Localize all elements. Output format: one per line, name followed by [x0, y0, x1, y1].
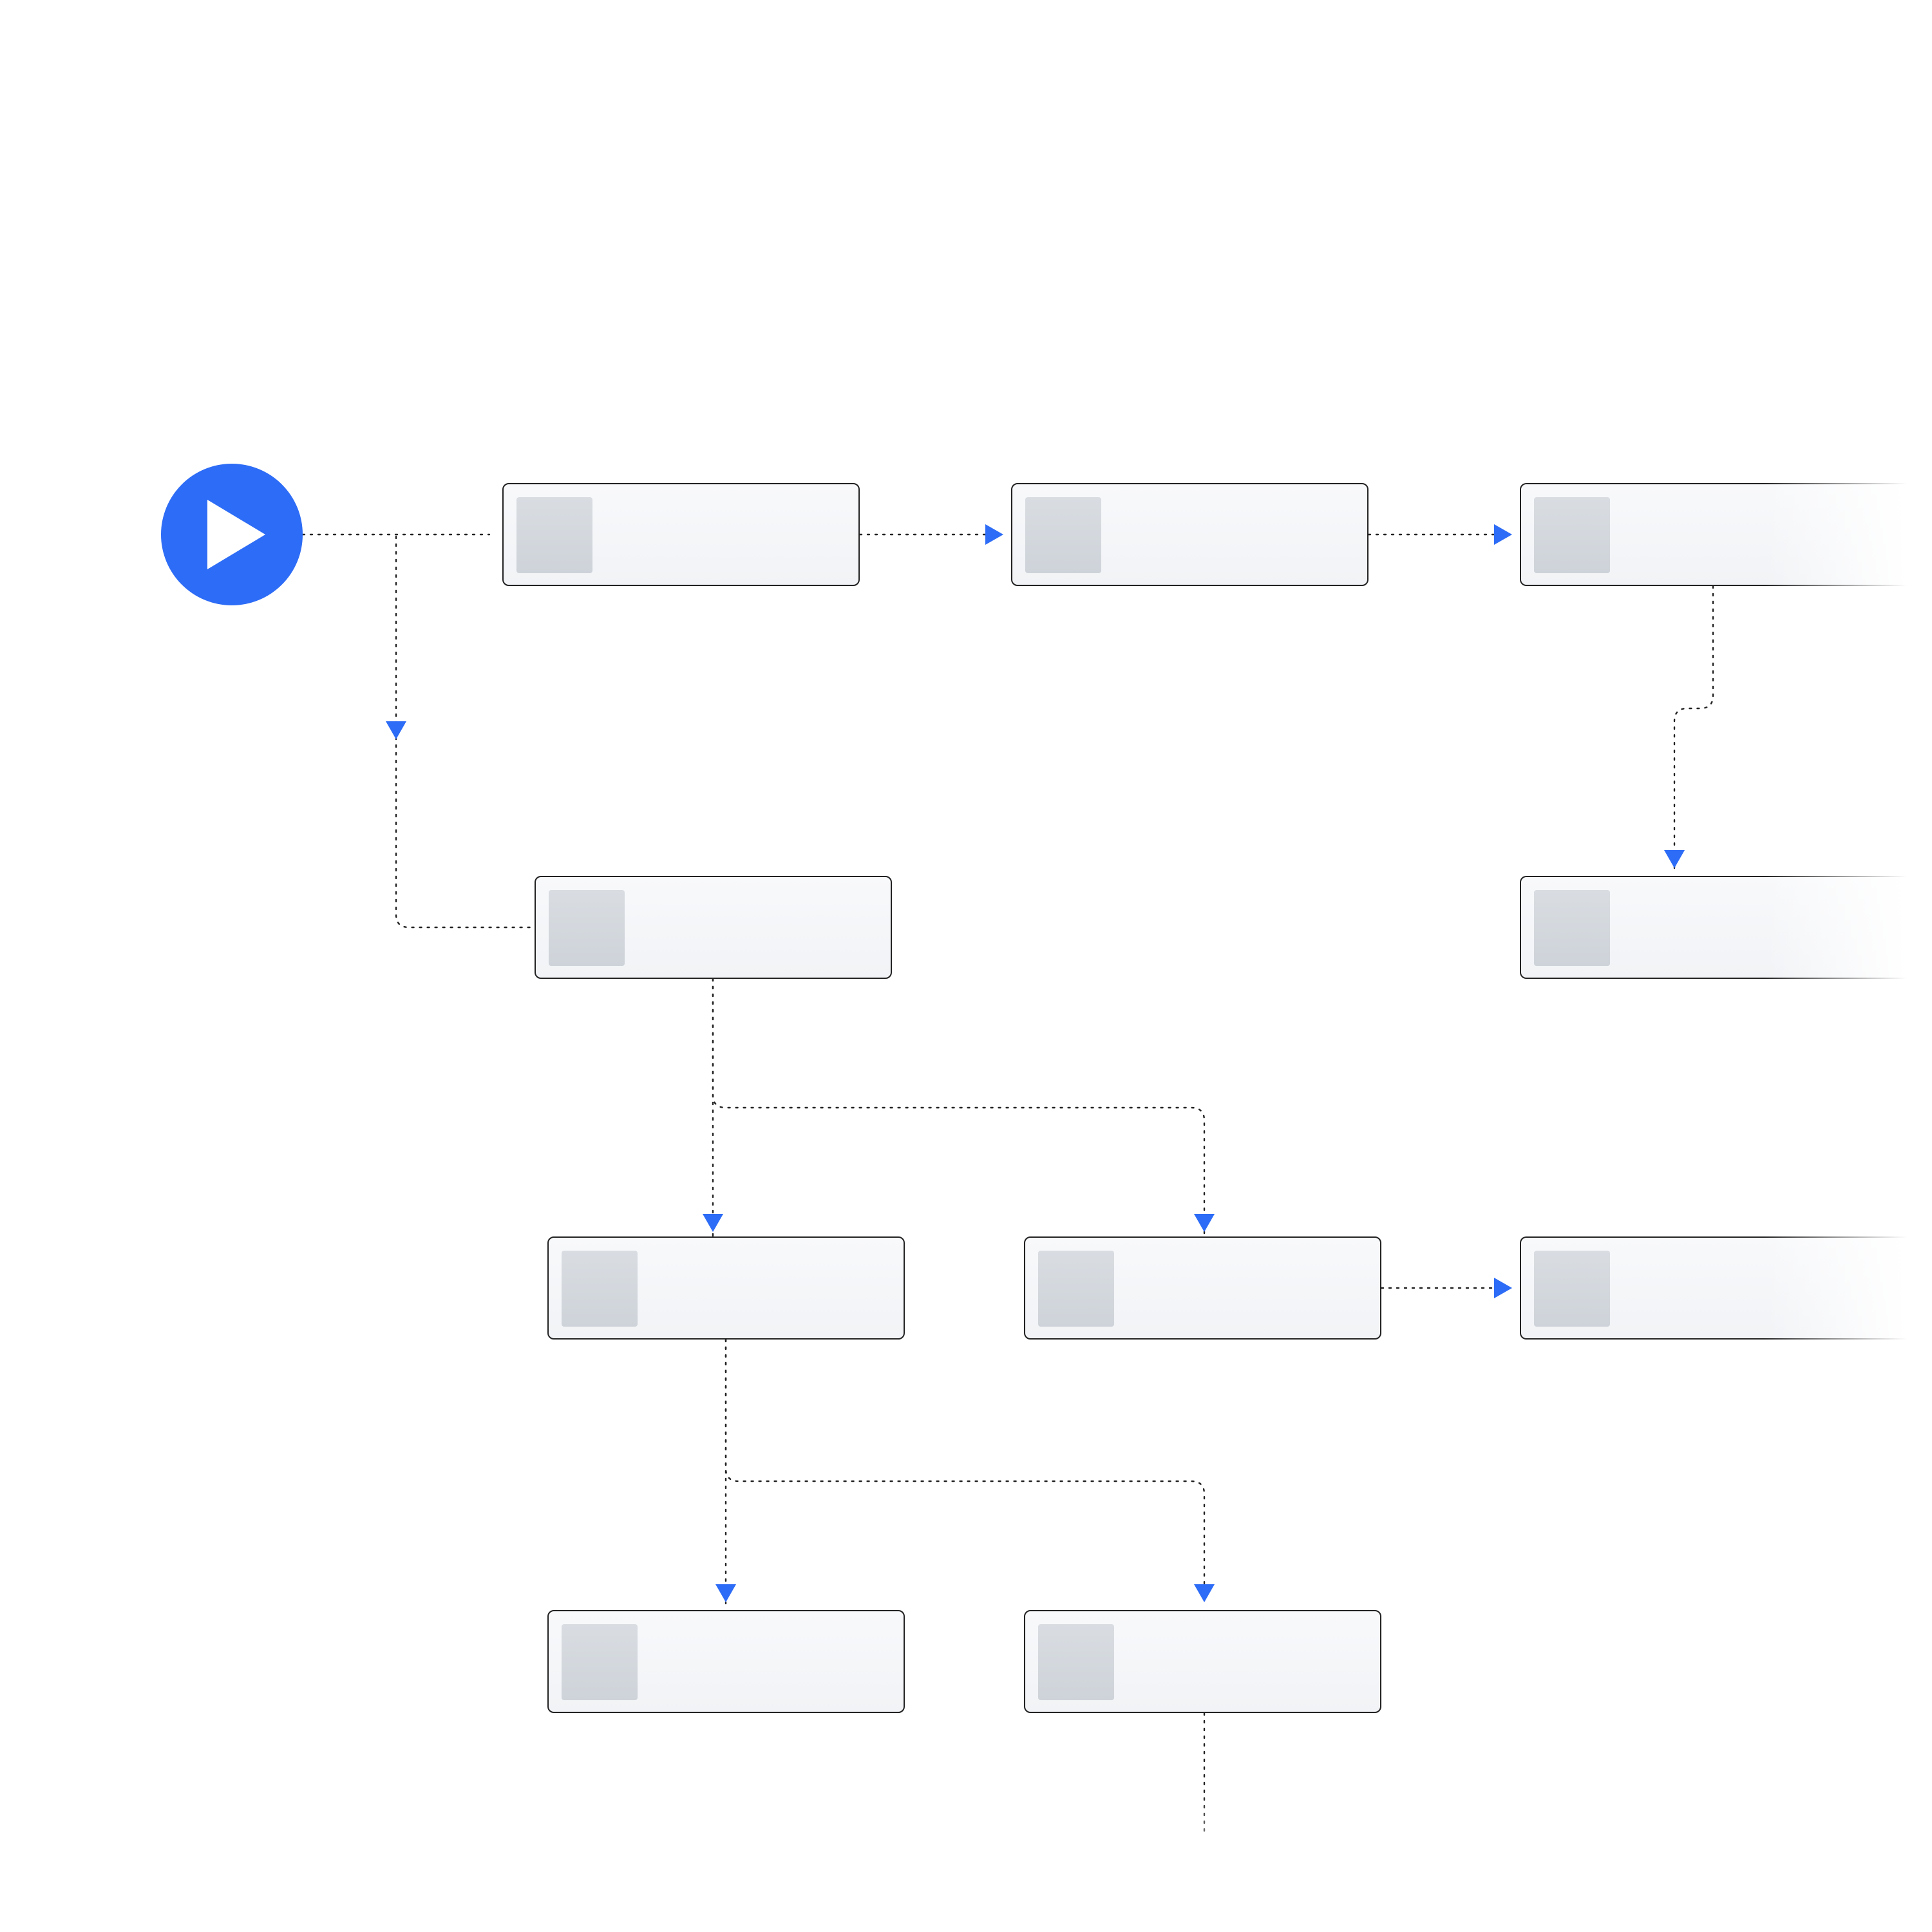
node-thumbnail	[1534, 890, 1610, 966]
arrow-right-icon	[985, 524, 1003, 545]
flow-node-n3[interactable]	[1520, 483, 1932, 586]
flow-node-n2[interactable]	[1011, 483, 1368, 586]
flow-node-n6[interactable]	[547, 1236, 905, 1340]
edge-n4-n7	[713, 979, 1204, 1236]
flowchart-canvas	[0, 0, 1932, 1932]
arrow-down-icon	[1664, 850, 1685, 868]
edge-n3-n5	[1674, 586, 1713, 869]
flow-node-n10[interactable]	[1024, 1610, 1381, 1713]
node-thumbnail	[562, 1251, 638, 1327]
node-thumbnail	[516, 497, 592, 573]
arrow-down-icon	[1194, 1584, 1215, 1602]
node-thumbnail	[1038, 1251, 1114, 1327]
node-thumbnail	[1534, 497, 1610, 573]
play-icon	[207, 499, 265, 570]
edge-n6-n10	[726, 1340, 1204, 1604]
flow-node-n4[interactable]	[535, 876, 892, 979]
flow-node-n5[interactable]	[1520, 876, 1932, 979]
node-thumbnail	[549, 890, 625, 966]
arrow-down-icon	[386, 721, 406, 739]
arrow-down-icon	[715, 1584, 736, 1602]
arrow-right-icon	[1494, 524, 1512, 545]
node-thumbnail	[1025, 497, 1101, 573]
flow-node-n8[interactable]	[1520, 1236, 1932, 1340]
arrow-right-icon	[1494, 1278, 1512, 1298]
node-thumbnail	[1534, 1251, 1610, 1327]
edge-start-n4	[396, 536, 535, 927]
flow-node-n1[interactable]	[502, 483, 860, 586]
arrow-down-icon	[1194, 1214, 1215, 1232]
node-thumbnail	[1038, 1624, 1114, 1700]
arrow-down-icon	[703, 1214, 723, 1232]
node-thumbnail	[562, 1624, 638, 1700]
flow-node-n9[interactable]	[547, 1610, 905, 1713]
flow-node-n7[interactable]	[1024, 1236, 1381, 1340]
fade-bottom-overlay	[0, 1790, 1932, 1932]
start-node[interactable]	[161, 464, 303, 605]
